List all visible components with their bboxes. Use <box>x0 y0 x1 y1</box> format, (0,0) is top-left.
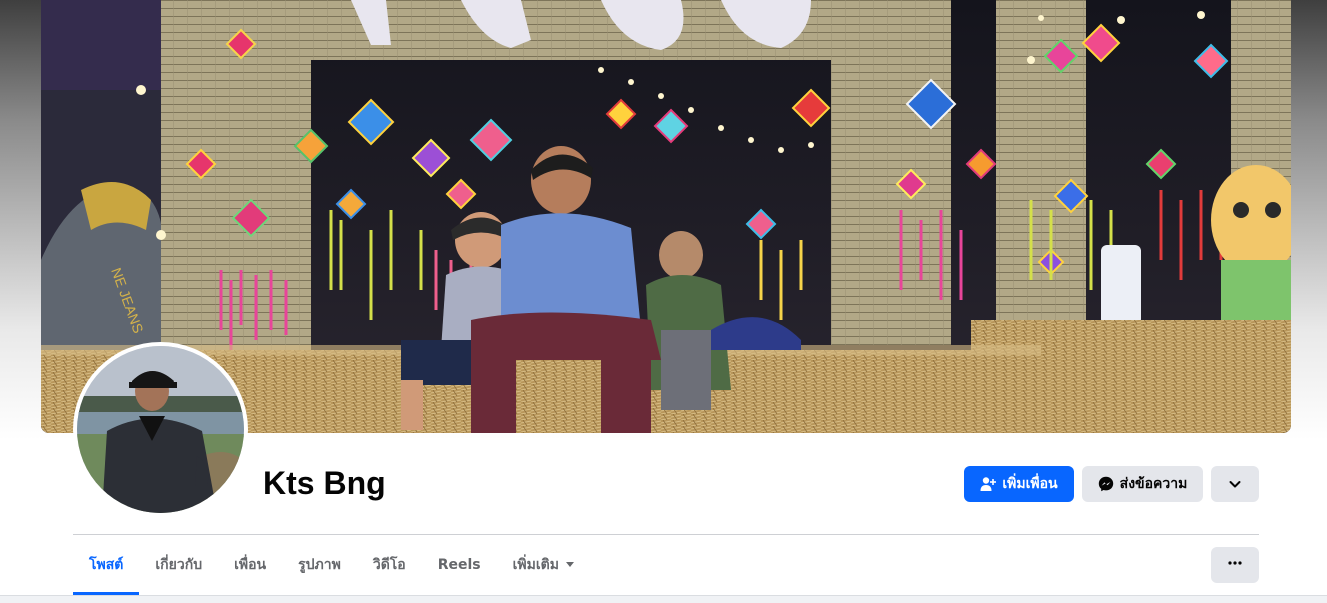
tab-more[interactable]: เพิ่มเติม <box>497 535 591 595</box>
avatar-image <box>77 346 244 513</box>
tab-about[interactable]: เกี่ยวกับ <box>139 535 218 595</box>
header-bottom-border <box>0 595 1327 596</box>
tab-label: เกี่ยวกับ <box>155 557 203 573</box>
profile-actions-dropdown-button[interactable] <box>1211 466 1259 502</box>
profile-avatar[interactable] <box>73 342 248 517</box>
add-friend-button[interactable]: เพิ่มเพื่อน <box>964 466 1074 502</box>
person-plus-icon <box>980 476 997 492</box>
chevron-down-icon <box>1228 477 1242 491</box>
tab-label: เพิ่มเติม <box>512 557 559 573</box>
tab-label: Reels <box>437 557 481 573</box>
add-friend-label: เพิ่มเพื่อน <box>1002 476 1058 492</box>
cover-photo[interactable]: NE JEANS <box>41 0 1291 433</box>
tab-label: วิดีโอ <box>372 557 406 573</box>
tabs-overflow-button[interactable] <box>1211 547 1259 583</box>
messenger-icon <box>1098 476 1114 492</box>
caret-down-icon <box>565 557 575 573</box>
tab-friends[interactable]: เพื่อน <box>218 535 282 595</box>
profile-tabs: โพสต์ เกี่ยวกับ เพื่อน รูปภาพ วิดีโอ Ree… <box>73 535 591 595</box>
profile-name: Kts Bng <box>263 465 386 501</box>
tab-label: โพสต์ <box>89 557 124 573</box>
message-button[interactable]: ส่งข้อความ <box>1082 466 1203 502</box>
tab-label: รูปภาพ <box>298 557 341 573</box>
tab-videos[interactable]: วิดีโอ <box>357 535 422 595</box>
tab-label: เพื่อน <box>234 557 267 573</box>
tab-photos[interactable]: รูปภาพ <box>282 535 357 595</box>
message-label: ส่งข้อความ <box>1119 476 1188 492</box>
cover-photo-image: NE JEANS <box>41 0 1291 433</box>
tab-reels[interactable]: Reels <box>422 535 497 595</box>
ellipsis-icon <box>1227 555 1243 576</box>
tab-posts[interactable]: โพสต์ <box>73 535 140 595</box>
